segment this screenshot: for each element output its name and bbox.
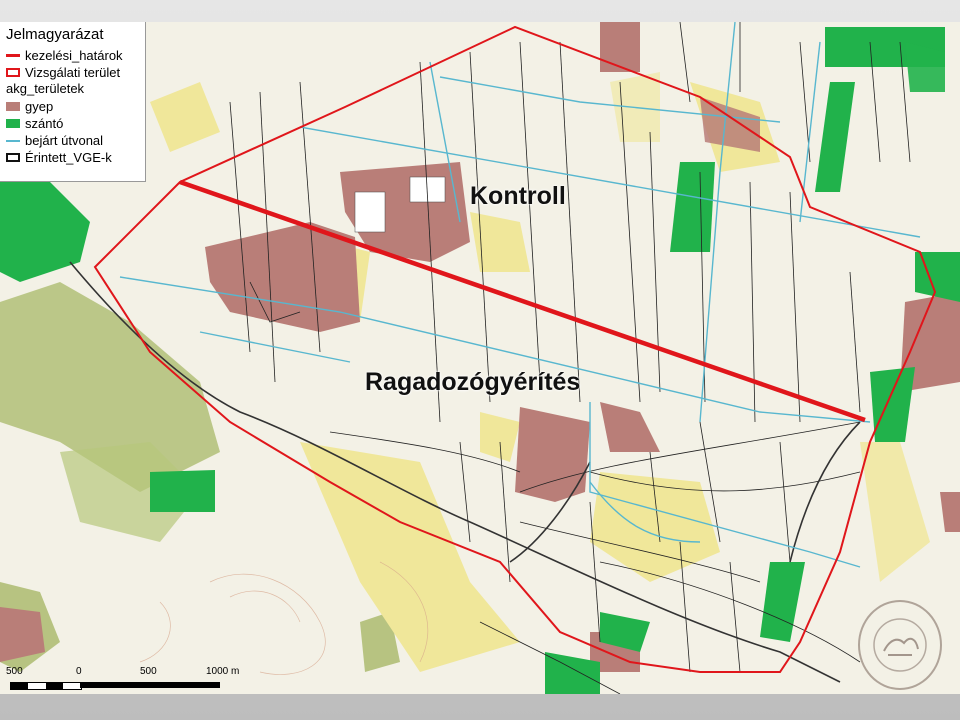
grassland-area (600, 22, 640, 72)
scale-label: 0 (76, 666, 82, 677)
scale-label: 500 (140, 666, 157, 677)
yellow-area (860, 442, 930, 582)
yellow-area (480, 412, 520, 462)
scale-segment (10, 682, 82, 690)
legend-item-route: bejárt útvonal (6, 132, 145, 149)
scale-segment (80, 682, 220, 688)
yellow-area (590, 472, 720, 582)
yellow-area (470, 212, 530, 272)
legend-item-study-area: Vizsgálati terület (6, 64, 145, 81)
arable-area (670, 162, 715, 252)
study-area-outline (93, 25, 937, 673)
university-seal-icon (858, 600, 942, 690)
arable-area (815, 82, 855, 192)
building-block (354, 191, 386, 233)
legend-item-vge: Érintett_VGE-k (6, 149, 145, 166)
line-swatch-icon (6, 139, 20, 142)
label-control: Kontroll (470, 182, 566, 210)
grassland-area (940, 492, 960, 532)
grassland-area (515, 407, 590, 502)
yellow-area (150, 82, 220, 152)
fill-swatch-icon (6, 102, 20, 111)
line-swatch-icon (6, 54, 20, 57)
grassland-area (600, 402, 660, 452)
arable-area (760, 562, 805, 642)
legend-item-management-boundary: kezelési_határok (6, 47, 145, 64)
legend-item-arable: szántó (6, 115, 145, 132)
arable-area (870, 367, 915, 442)
legend-item-grassland: gyep (6, 98, 145, 115)
scale-label: 500 (6, 666, 23, 677)
outline-swatch-icon (6, 153, 20, 162)
scale-label: 1000 m (206, 666, 240, 677)
arable-area (150, 470, 215, 512)
arable-area (0, 172, 90, 282)
seal-emblem-icon (873, 618, 927, 672)
legend-heading-akg: akg_területek (6, 81, 85, 96)
outline-swatch-icon (6, 68, 20, 77)
legend-title: Jelmagyarázat (6, 26, 104, 43)
label-treatment: Ragadozógyérítés (365, 368, 581, 396)
fill-swatch-icon (6, 119, 20, 128)
scale-bar: 500 0 500 1000 m (0, 664, 250, 694)
legend-panel: Jelmagyarázat kezelési_határok Vizsgálat… (0, 22, 146, 182)
